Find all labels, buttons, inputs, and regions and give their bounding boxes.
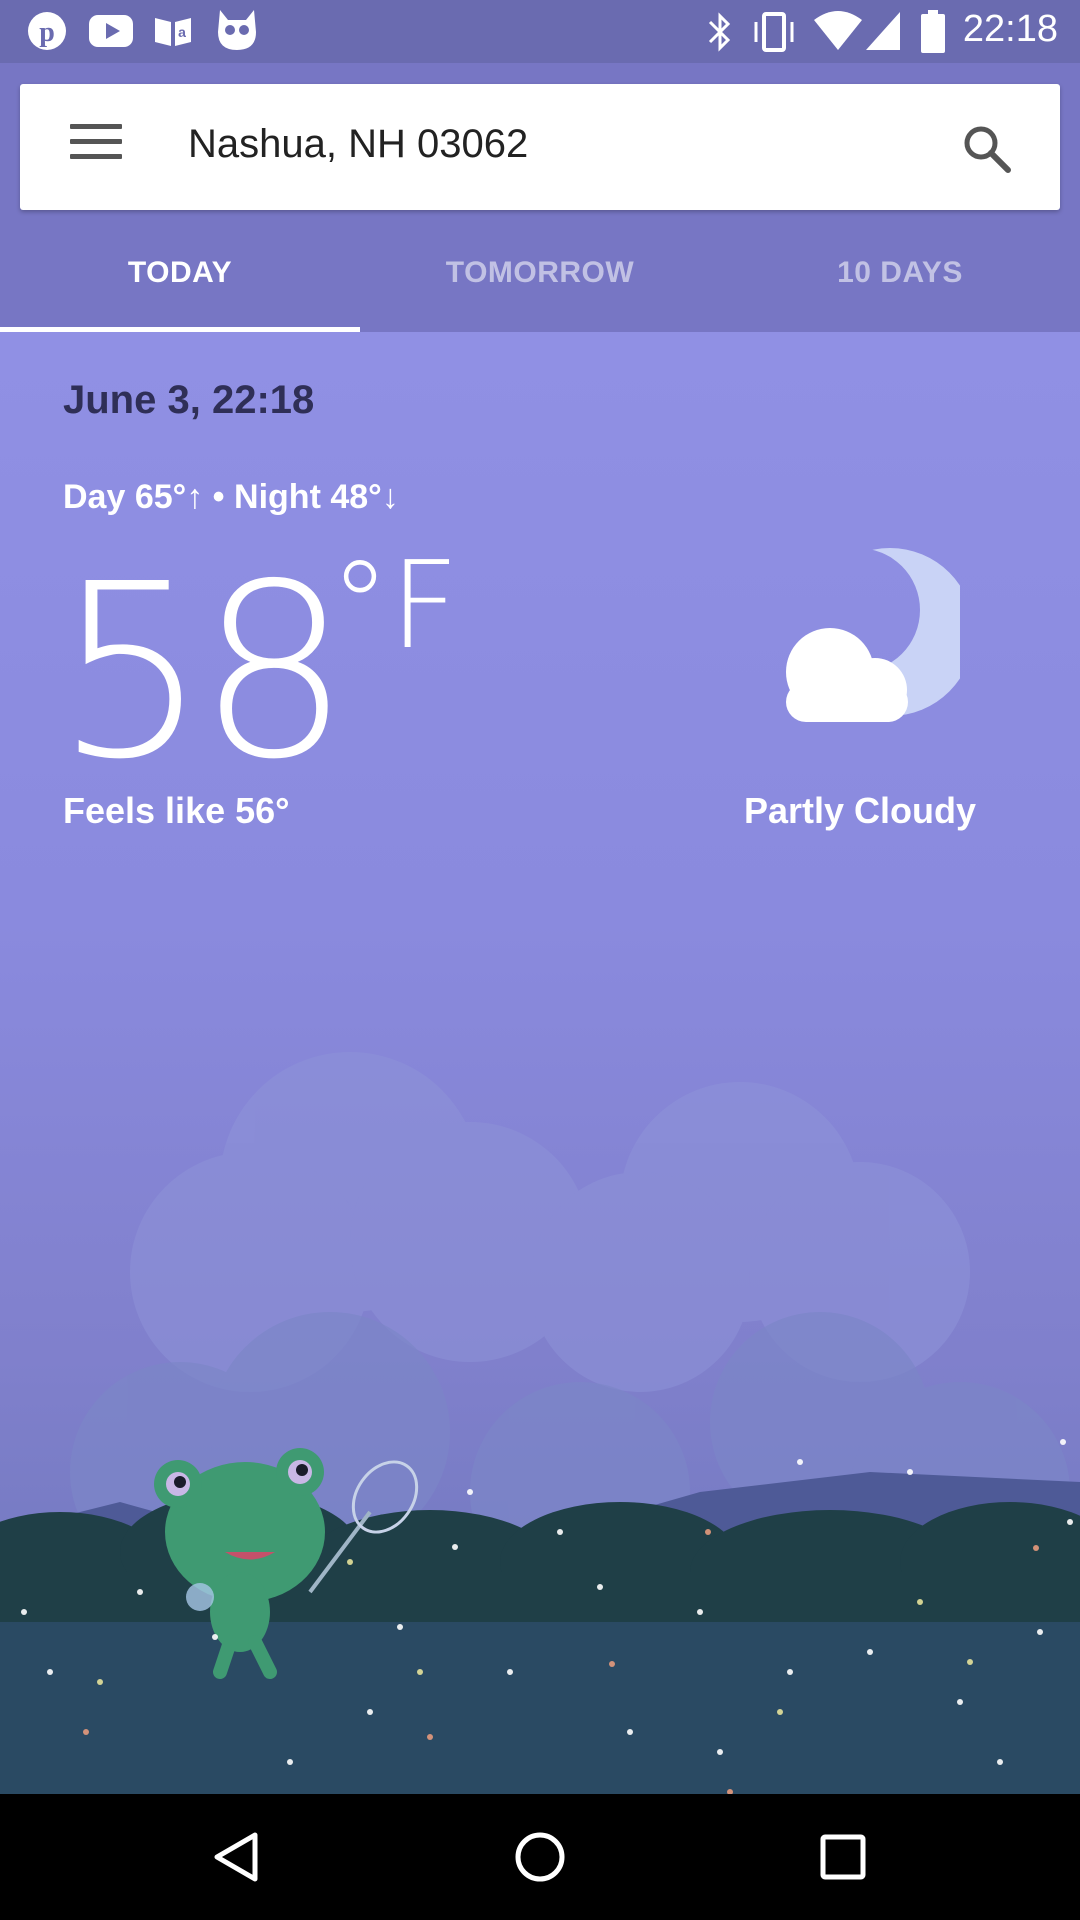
- menu-icon[interactable]: [70, 124, 122, 168]
- system-nav-bar: [0, 1794, 1080, 1920]
- feels-like: Feels like 56°: [63, 790, 290, 831]
- current-temperature: 58: [55, 532, 350, 812]
- day-tabs: TODAY TOMORROW 10 DAYS: [0, 245, 1080, 332]
- battery-icon: [921, 10, 945, 53]
- date-time: June 3, 22:18: [63, 378, 315, 422]
- wifi-icon: [814, 11, 862, 50]
- bluetooth-icon: [708, 12, 731, 52]
- location-search-box[interactable]: Nashua, NH 03062: [20, 84, 1060, 210]
- location-text[interactable]: Nashua, NH 03062: [188, 122, 528, 167]
- home-icon[interactable]: [510, 1827, 570, 1887]
- tab-today[interactable]: TODAY: [0, 245, 360, 332]
- duolingo-owl-icon: [218, 10, 256, 50]
- night-landscape-illustration: [0, 1052, 1080, 1794]
- svg-text:p: p: [39, 17, 55, 48]
- recents-icon[interactable]: [813, 1827, 873, 1887]
- amazon-kindle-icon: a: [155, 18, 191, 46]
- pinterest-icon: p: [28, 12, 66, 50]
- tab-10-days[interactable]: 10 DAYS: [720, 245, 1080, 332]
- weather-scene: June 3, 22:18 Day 65°↑ • Night 48°↓ 58 °…: [0, 332, 1080, 1794]
- cell-signal-icon: [866, 12, 900, 50]
- svg-text:a: a: [178, 24, 186, 40]
- youtube-icon: [89, 15, 133, 47]
- back-icon[interactable]: [207, 1827, 267, 1887]
- search-icon[interactable]: [960, 122, 1014, 176]
- temperature-unit: °F: [330, 537, 460, 676]
- vibrate-icon: [754, 12, 794, 52]
- partly-cloudy-night-icon: [786, 548, 960, 722]
- app-bar: Nashua, NH 03062 TODAY TOMORROW 10 DAYS: [0, 63, 1080, 332]
- status-time: 22:18: [962, 8, 1058, 50]
- status-bar: p a 22:18: [0, 0, 1080, 63]
- condition-text: Partly Cloudy: [743, 790, 977, 831]
- tab-tomorrow[interactable]: TOMORROW: [360, 245, 720, 332]
- day-night-temps: Day 65°↑ • Night 48°↓: [63, 478, 399, 516]
